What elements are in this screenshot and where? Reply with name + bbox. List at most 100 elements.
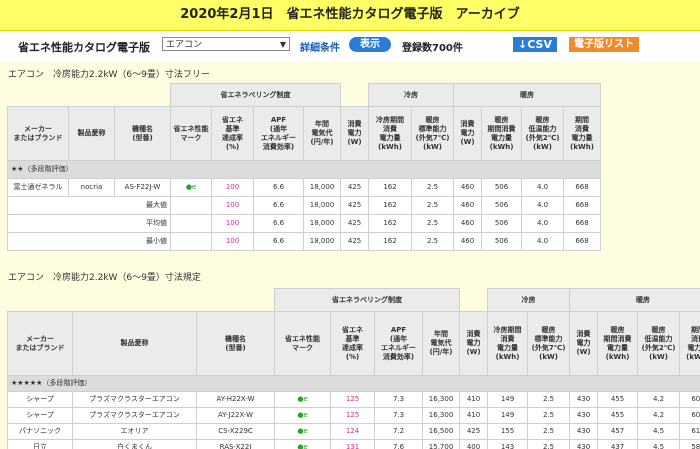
- heat-kwh-cell: 506: [481, 178, 523, 197]
- header-line: (外気2℃): [525, 133, 560, 142]
- labeling-group-header: 省エネラベリング制度: [274, 288, 461, 312]
- column-header-period-total: 期間消費電力量(kWh): [679, 311, 700, 376]
- energy-mark-icon: ●e: [274, 391, 332, 408]
- header-line: 暖房: [610, 325, 625, 334]
- cooling-header: 冷房: [368, 83, 455, 107]
- column-header-cool-period: 冷房期間 消費 電力量 (kWh): [368, 106, 413, 161]
- product-name-cell: 白くまくん: [72, 439, 197, 449]
- header-line: 電力量: [607, 343, 629, 352]
- detail-conditions-link[interactable]: 詳細条件: [300, 39, 340, 54]
- header-line: 暖房: [425, 115, 440, 124]
- column-header-model: 機種名 (型番): [195, 311, 276, 376]
- header-line: 電力量: [687, 343, 700, 352]
- rating-category-row: ★★★★★（多段階評価）: [6, 375, 700, 392]
- rate-cell: 100: [211, 214, 255, 233]
- header-line: 暖房: [494, 115, 509, 124]
- header-line: 電力量: [379, 133, 401, 142]
- header-blank: [460, 289, 488, 312]
- energy-mark-empty: [170, 232, 213, 251]
- header-line: (%): [345, 352, 360, 361]
- header-line: (W): [460, 138, 475, 146]
- cost-cell: 18,000: [303, 232, 342, 251]
- column-header-rate: 省エネ 基準 達成率 (%): [211, 106, 255, 161]
- table-row[interactable]: シャープ プラズマクラスターエアコン AY-J22X-W ●e 125 7.3 16,300…: [7, 407, 700, 424]
- cost-cell: 16,300: [422, 407, 461, 424]
- column-header-heat-period: 暖房 期間消費 電力量 (kWh): [597, 311, 639, 376]
- header-line: 電気代: [430, 339, 452, 347]
- stat-label-cell: 平均値: [6, 214, 172, 233]
- header-line: 達成率: [342, 343, 364, 352]
- header-line: マーク: [292, 343, 314, 352]
- cool-w-cell: 425: [459, 423, 489, 440]
- header-line: 達成率: [222, 133, 244, 142]
- table-row[interactable]: 日立 白くまくん RAS-X22J ●e 131 7.6 15,700 400 143 2.5 43…: [7, 439, 700, 449]
- energy-mark-empty: [170, 196, 213, 215]
- maker-cell: シャープ: [7, 407, 73, 424]
- header-line: メーカー: [24, 124, 52, 133]
- header-line: 期間: [575, 115, 590, 124]
- header-line: 電力: [466, 339, 481, 347]
- rate-cell: 131: [330, 439, 376, 449]
- cool-kwh-cell: 149: [487, 407, 529, 424]
- header-line: 消費: [460, 120, 475, 128]
- header-line: (外気2℃): [641, 343, 676, 352]
- heat-cap-cell: 2.5: [527, 407, 571, 424]
- heat-kwh-cell: 506: [481, 232, 523, 251]
- stat-row: 最小値 100 6.6 18,000 425 162 2.5 460 506 4.0 668: [6, 232, 602, 251]
- chevron-down-icon: ▼: [279, 40, 286, 49]
- column-header-maker: メーカー またはブランド: [7, 311, 73, 376]
- energy-mark-empty: [170, 214, 213, 233]
- rate-cell: 125: [330, 407, 376, 424]
- column-header-apf: APF (通年 エネルギー 消費効率): [374, 311, 424, 376]
- total-cell: 580: [679, 439, 700, 449]
- column-header-heat-low: 暖房 低温能力 (外気2℃) (kW): [521, 106, 565, 161]
- header-line: またはブランド: [15, 343, 65, 352]
- heat-cap-cell: 2.5: [411, 214, 455, 233]
- column-header-heat-power: 消費 電力 (W): [569, 311, 599, 376]
- header-line: (型番): [132, 133, 153, 142]
- header-line: 暖房: [651, 325, 666, 334]
- heat-cap-cell: 2.5: [527, 439, 571, 449]
- header-line: 消費: [466, 330, 481, 338]
- csv-download-button[interactable]: ↓CSV: [513, 37, 557, 52]
- cooling-header: 冷房: [487, 288, 571, 312]
- maker-cell: 日立: [7, 439, 73, 449]
- header-line: (外気7℃): [415, 133, 450, 142]
- product-name-cell: プラズマクラスターエアコン: [72, 391, 197, 408]
- model-cell: AY-H22X-W: [195, 391, 276, 408]
- table-row[interactable]: 富士通ゼネラル nocria AS-F22J-W ●e 100 6.6 18,000 425 1…: [7, 178, 602, 197]
- header-line: (W): [347, 138, 362, 146]
- header-line: (kWh): [570, 142, 594, 151]
- heat-w-cell: 430: [569, 423, 599, 440]
- section2-table: 省エネラベリング制度 冷房 暖房 メーカー またはブランド 製品愛称 機種名 (型番) 省エネ性…: [6, 288, 700, 449]
- heat-w-cell: 460: [453, 178, 483, 197]
- rate-cell: 125: [330, 391, 376, 408]
- header-line: 消費: [691, 334, 700, 343]
- catalog-label: 省エネ性能カタログ電子版: [18, 41, 150, 54]
- cool-w-cell: 410: [459, 407, 489, 424]
- header-line: 消費: [575, 124, 590, 133]
- catalog-list-button[interactable]: 電子版リスト: [569, 37, 639, 52]
- header-line: (円/年): [310, 138, 334, 146]
- header-line: APF: [270, 115, 287, 124]
- cool-kwh-cell: 143: [487, 439, 529, 449]
- header-line: 基準: [345, 334, 360, 343]
- header-line: 消費効率): [382, 352, 415, 361]
- heat-w-cell: 460: [453, 232, 483, 251]
- header-line: エネルギー: [261, 133, 297, 142]
- total-cell: 604: [679, 407, 700, 424]
- header-line: 機種名: [225, 334, 247, 343]
- low-cap-cell: 4.0: [521, 178, 565, 197]
- energy-mark-icon: ●e: [274, 439, 332, 449]
- column-header-rate: 省エネ 基準 達成率 (%): [330, 311, 376, 376]
- stat-label-cell: 最小値: [6, 232, 172, 251]
- header-line: 電気代: [311, 129, 333, 137]
- category-select[interactable]: エアコン ▼: [162, 37, 290, 51]
- cool-w-cell: 400: [459, 439, 489, 449]
- total-cell: 668: [563, 196, 602, 215]
- cost-cell: 15,700: [422, 439, 461, 449]
- show-button[interactable]: 表示: [349, 37, 391, 52]
- table-row[interactable]: シャープ プラズマクラスターエアコン AY-H22X-W ●e 125 7.3 16,300…: [7, 391, 700, 408]
- table-row[interactable]: パナソニック エオリア CS-X229C ●e 124 7.2 16,500 425 155 2.…: [7, 423, 700, 440]
- low-cap-cell: 4.2: [637, 391, 681, 408]
